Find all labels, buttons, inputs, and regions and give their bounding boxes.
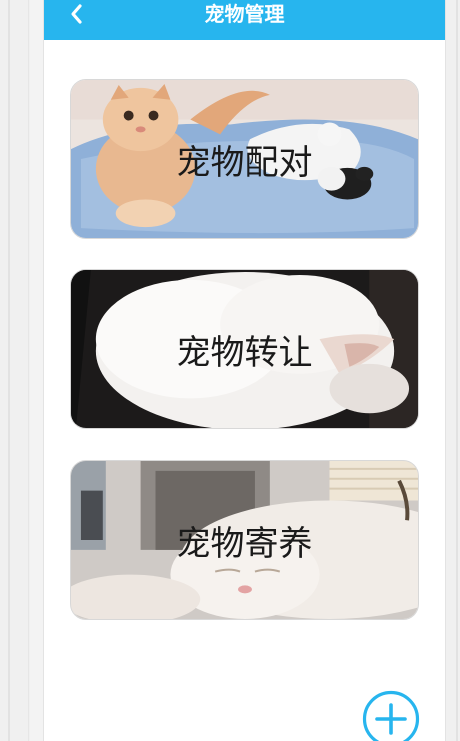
card-label: 宠物寄养 — [176, 523, 313, 564]
page-title: 宠物管理 — [204, 2, 285, 26]
pet-transfer-card[interactable]: 宠物转让 — [70, 269, 419, 429]
right-gutter — [446, 0, 460, 741]
card-label: 宠物配对 — [176, 142, 313, 183]
card-label: 宠物转让 — [176, 332, 313, 373]
plus-circle-icon — [362, 690, 420, 741]
pet-matching-card[interactable]: 宠物配对 — [70, 79, 419, 239]
pet-boarding-card[interactable]: 宠物寄养 — [70, 460, 419, 620]
left-gutter — [0, 0, 30, 741]
app-screen: 宠物管理 宠物配对 宠物转让 宠物寄养 — [43, 0, 446, 741]
add-button[interactable] — [362, 690, 420, 741]
header-bar: 宠物管理 — [44, 0, 445, 40]
